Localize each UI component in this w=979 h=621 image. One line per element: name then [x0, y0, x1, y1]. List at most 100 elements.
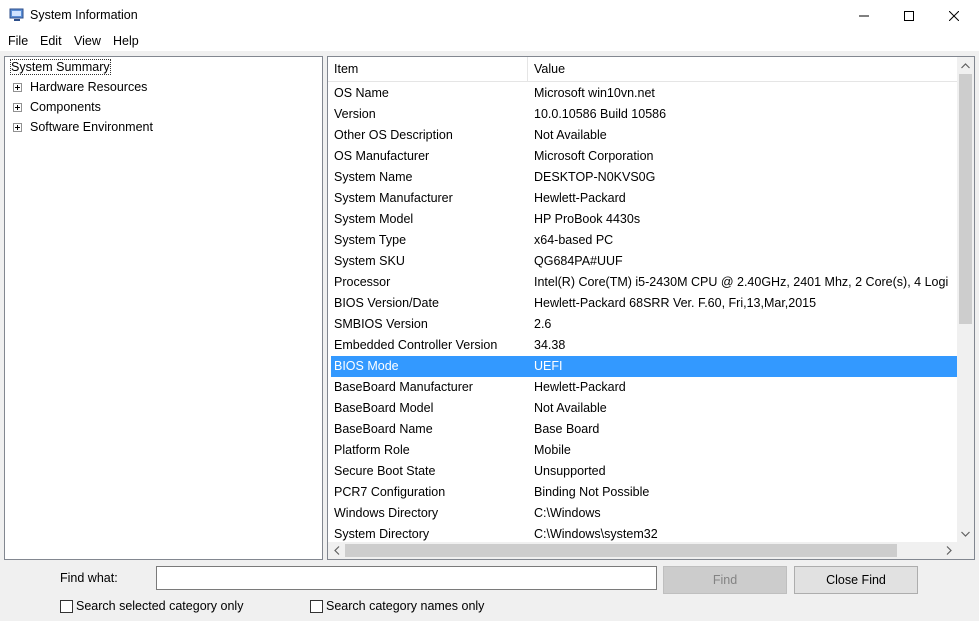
find-what-label: Find what: — [60, 571, 118, 585]
table-row[interactable]: SMBIOS Version 2.6 — [328, 314, 957, 335]
row-item-cell: OS Name — [334, 86, 389, 100]
minimize-icon — [859, 15, 869, 16]
row-value-cell: Not Available — [534, 401, 607, 415]
list-header: Item Value — [328, 57, 957, 82]
row-item-cell: BaseBoard Manufacturer — [334, 380, 473, 394]
table-row[interactable]: System Directory C:\Windows\system32 — [328, 524, 957, 543]
table-row[interactable]: Other OS Description Not Available — [328, 125, 957, 146]
tree-item-label: Software Environment — [30, 120, 153, 134]
row-value-cell: Binding Not Possible — [534, 485, 650, 499]
table-row[interactable]: Embedded Controller Version 34.38 — [328, 335, 957, 356]
table-row[interactable]: System Type x64-based PC — [328, 230, 957, 251]
row-value-cell: QG684PA#UUF — [534, 254, 623, 268]
table-row[interactable]: BaseBoard Model Not Available — [328, 398, 957, 419]
scroll-up-icon[interactable] — [957, 57, 974, 74]
row-value-cell: Microsoft win10vn.net — [534, 86, 655, 100]
menu-help[interactable]: Help — [113, 34, 139, 48]
scroll-right-icon[interactable] — [940, 542, 957, 559]
tree-item-label: Hardware Resources — [30, 80, 148, 94]
row-item-cell: System Model — [334, 212, 414, 226]
table-row[interactable]: BaseBoard Name Base Board — [328, 419, 957, 440]
row-value-cell: Microsoft Corporation — [534, 149, 654, 163]
close-button[interactable] — [931, 0, 977, 31]
row-value-cell: Intel(R) Core(TM) i5-2430M CPU @ 2.40GHz… — [534, 275, 949, 289]
tree-item-components[interactable]: Components — [13, 99, 213, 117]
table-row[interactable]: System Model HP ProBook 4430s — [328, 209, 957, 230]
table-row[interactable]: System Manufacturer Hewlett-Packard — [328, 188, 957, 209]
row-item-cell: System Manufacturer — [334, 191, 453, 205]
category-tree[interactable]: System Summary Hardware Resources Compon… — [4, 56, 323, 560]
column-divider[interactable] — [527, 57, 528, 82]
menu-edit[interactable]: Edit — [40, 34, 62, 48]
search-selected-category-checkbox[interactable]: Search selected category only — [60, 599, 260, 615]
details-list[interactable]: Item Value OS Name Microsoft win10vn.net V… — [327, 56, 975, 560]
row-item-cell: Version — [334, 107, 376, 121]
checkbox-box[interactable] — [60, 600, 73, 613]
expand-icon[interactable] — [13, 123, 22, 132]
menu-file[interactable]: File — [8, 34, 28, 48]
row-value-cell: Hewlett-Packard — [534, 380, 626, 394]
horizontal-scrollbar[interactable] — [328, 542, 957, 559]
row-item-cell: System SKU — [334, 254, 405, 268]
table-row[interactable]: BaseBoard Manufacturer Hewlett-Packard — [328, 377, 957, 398]
row-value-cell: Mobile — [534, 443, 571, 457]
table-row[interactable]: Secure Boot State Unsupported — [328, 461, 957, 482]
tree-item-hardware-resources[interactable]: Hardware Resources — [13, 79, 213, 97]
find-what-input[interactable] — [156, 566, 657, 590]
table-row[interactable]: Platform Role Mobile — [328, 440, 957, 461]
table-row[interactable]: Version 10.0.10586 Build 10586 — [328, 104, 957, 125]
row-item-cell: Other OS Description — [334, 128, 453, 142]
scroll-left-icon[interactable] — [328, 542, 345, 559]
row-value-cell: Hewlett-Packard — [534, 191, 626, 205]
row-value-cell: DESKTOP-N0KVS0G — [534, 170, 656, 184]
row-value-cell: 34.38 — [534, 338, 566, 352]
row-value-cell: Hewlett-Packard 68SRR Ver. F.60, Fri,13,… — [534, 296, 817, 310]
table-row[interactable]: System SKU QG684PA#UUF — [328, 251, 957, 272]
scroll-down-icon[interactable] — [957, 525, 974, 542]
find-button[interactable]: Find — [663, 566, 787, 594]
checkbox-label: Search selected category only — [76, 599, 244, 613]
close-find-button[interactable]: Close Find — [794, 566, 918, 594]
row-value-cell: Base Board — [534, 422, 600, 436]
tree-item-software-environment[interactable]: Software Environment — [13, 119, 213, 137]
table-row[interactable]: BIOS Version/Date Hewlett-Packard 68SRR V… — [328, 293, 957, 314]
row-item-cell: OS Manufacturer — [334, 149, 430, 163]
row-value-cell: C:\Windows\system32 — [534, 527, 658, 541]
table-row[interactable]: System Name DESKTOP-N0KVS0G — [328, 167, 957, 188]
table-row[interactable]: PCR7 Configuration Binding Not Possible — [328, 482, 957, 503]
title-bar: System Information — [0, 0, 979, 31]
table-row[interactable]: BIOS Mode UEFI — [331, 356, 957, 377]
tree-item-label: Components — [30, 100, 101, 114]
row-item-cell: Secure Boot State — [334, 464, 436, 478]
checkbox-label: Search category names only — [326, 599, 485, 613]
row-item-cell: System Directory — [334, 527, 430, 541]
expand-icon[interactable] — [13, 103, 22, 112]
table-row[interactable]: OS Name Microsoft win10vn.net — [328, 83, 957, 104]
minimize-button[interactable] — [841, 0, 887, 31]
row-item-cell: BIOS Version/Date — [334, 296, 439, 310]
scrollbar-corner — [957, 542, 974, 559]
column-header-value[interactable]: Value — [534, 62, 565, 76]
maximize-button[interactable] — [886, 0, 932, 31]
maximize-icon — [904, 10, 914, 21]
close-icon — [949, 10, 959, 21]
horizontal-scroll-thumb[interactable] — [345, 544, 897, 557]
vertical-scrollbar[interactable] — [957, 57, 974, 542]
tree-item-label: System Summary — [10, 59, 111, 75]
vertical-scroll-thumb[interactable] — [959, 74, 972, 324]
row-item-cell: Platform Role — [334, 443, 410, 457]
checkbox-box[interactable] — [310, 600, 323, 613]
row-value-cell: 10.0.10586 Build 10586 — [534, 107, 667, 121]
search-category-names-checkbox[interactable]: Search category names only — [310, 599, 500, 615]
table-row[interactable]: Processor Intel(R) Core(TM) i5-2430M CPU … — [328, 272, 957, 293]
row-value-cell: UEFI — [534, 359, 563, 373]
row-value-cell: Unsupported — [534, 464, 606, 478]
table-row[interactable]: OS Manufacturer Microsoft Corporation — [328, 146, 957, 167]
column-header-item[interactable]: Item — [334, 62, 358, 76]
menu-view[interactable]: View — [74, 34, 101, 48]
row-item-cell: BaseBoard Name — [334, 422, 433, 436]
table-row[interactable]: Windows Directory C:\Windows — [328, 503, 957, 524]
list-rows: OS Name Microsoft win10vn.net Version 10.0.… — [328, 83, 957, 543]
row-value-cell: 2.6 — [534, 317, 552, 331]
expand-icon[interactable] — [13, 83, 22, 92]
